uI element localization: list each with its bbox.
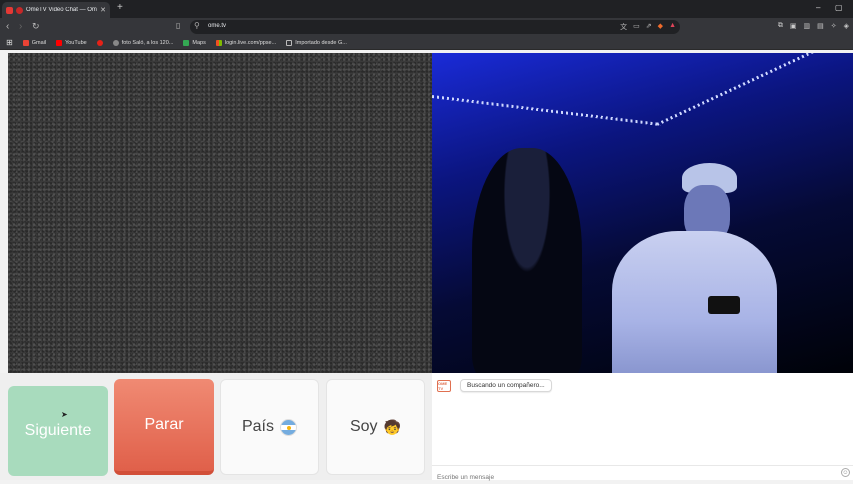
extensions-icon[interactable]: ⧉ <box>778 22 783 30</box>
share-icon[interactable]: ⇗ <box>646 22 652 32</box>
gender-button[interactable]: Soy 🧒 <box>326 379 425 475</box>
emoji-icon[interactable]: ☺ <box>841 468 850 477</box>
leo-icon[interactable]: ✧ <box>831 22 837 30</box>
browser-tab[interactable]: OmeTV Video Chat — Omegle ✕ <box>2 2 110 18</box>
cast-icon[interactable]: ▭ <box>633 22 640 32</box>
red-site-icon <box>96 39 103 46</box>
apps-icon[interactable]: ⊞ <box>6 38 13 47</box>
gmail-icon <box>22 39 29 46</box>
stop-label: Parar <box>144 416 184 433</box>
back-icon[interactable]: ‹ <box>6 21 9 32</box>
browser-toolbar: ‹ › ↻ ▯ ⚲ ome.tv 文 ▭ ⇗ ◆ ▲ ⧉ ▣ ▥ ▤ ✧ ◈ <box>0 18 853 36</box>
bookmark-page-icon[interactable]: ▯ <box>176 21 180 30</box>
ometv-page: Siguiente Parar País Soy 🧒 ➤ OME TV Busc… <box>0 50 853 481</box>
person-left <box>472 148 582 373</box>
browser-tab-bar: OmeTV Video Chat — Omegle ✕ + – ▢ <box>0 0 853 18</box>
person-right-shirt <box>612 231 777 373</box>
tab-close-icon[interactable]: ✕ <box>100 6 106 14</box>
folder-icon <box>286 39 293 46</box>
phone <box>708 296 740 314</box>
omnibox-actions: 文 ▭ ⇗ ◆ ▲ <box>620 22 676 32</box>
youtube-icon <box>56 39 63 46</box>
bookmark-gmail[interactable]: Gmail <box>22 39 46 46</box>
recording-dot-icon <box>16 6 23 14</box>
led-strip-right <box>656 53 848 126</box>
bookmark-foto[interactable]: foto Saló, a los 120... <box>112 39 173 46</box>
translate-icon[interactable]: 文 <box>620 22 627 32</box>
forward-icon[interactable]: › <box>19 21 22 32</box>
rewards-icon[interactable]: ▲ <box>669 22 676 32</box>
address-bar[interactable]: ⚲ ome.tv 文 ▭ ⇗ ◆ ▲ <box>190 20 680 34</box>
url-text[interactable]: ome.tv <box>208 23 226 29</box>
bookmarks-bar: ⊞ Gmail YouTube foto Saló, a los 120... … <box>0 36 853 50</box>
country-label: País <box>241 418 274 435</box>
globe-icon <box>112 39 119 46</box>
stop-button[interactable]: Parar <box>114 379 214 475</box>
extension-icons: ⧉ ▣ ▥ ▤ ✧ ◈ <box>778 22 849 30</box>
tab-title: OmeTV Video Chat — Omegle <box>26 7 97 13</box>
ometv-logo-icon: OME TV <box>437 380 451 392</box>
bookmark-youtube[interactable]: YouTube <box>56 39 87 46</box>
vpn-icon[interactable]: ◈ <box>844 22 849 30</box>
bookmark-red-site[interactable] <box>96 39 103 46</box>
status-message: Buscando un compañero... <box>460 379 552 392</box>
mouse-cursor-icon: ➤ <box>61 410 68 419</box>
brave-shield-icon[interactable]: ◆ <box>658 22 663 32</box>
youtube-favicon-icon <box>6 6 13 14</box>
country-button[interactable]: País <box>220 379 319 475</box>
sidebar-icon[interactable]: ▥ <box>803 22 810 30</box>
maps-icon <box>183 39 190 46</box>
minimize-button[interactable]: – <box>816 3 820 12</box>
soy-label: Soy <box>349 418 378 435</box>
remote-video <box>432 53 853 373</box>
bookmark-folder-imported[interactable]: Importado desde G... <box>286 39 347 46</box>
local-video-static <box>8 53 432 373</box>
reload-icon[interactable]: ↻ <box>32 21 40 32</box>
wallet-icon[interactable]: ▤ <box>817 22 824 30</box>
microsoft-icon <box>215 39 222 46</box>
screenshot-icon[interactable]: ▣ <box>790 22 797 30</box>
next-button[interactable]: Siguiente <box>8 386 108 476</box>
maximize-button[interactable]: ▢ <box>835 3 843 12</box>
new-tab-button[interactable]: + <box>117 2 123 13</box>
site-info-icon[interactable]: ⚲ <box>194 21 200 30</box>
next-label: Siguiente <box>24 422 92 439</box>
led-strip-left <box>432 95 661 127</box>
control-panel: Siguiente Parar País Soy 🧒 <box>0 373 432 480</box>
bookmark-login-live[interactable]: login.live.com/ppse... <box>215 39 276 46</box>
chat-panel: OME TV Buscando un compañero... ☺ <box>432 373 853 481</box>
bookmark-maps[interactable]: Maps <box>183 39 206 46</box>
boy-face-icon: 🧒 <box>383 418 401 435</box>
argentina-flag-icon <box>280 418 297 436</box>
chat-input-bar: ☺ <box>432 465 853 481</box>
